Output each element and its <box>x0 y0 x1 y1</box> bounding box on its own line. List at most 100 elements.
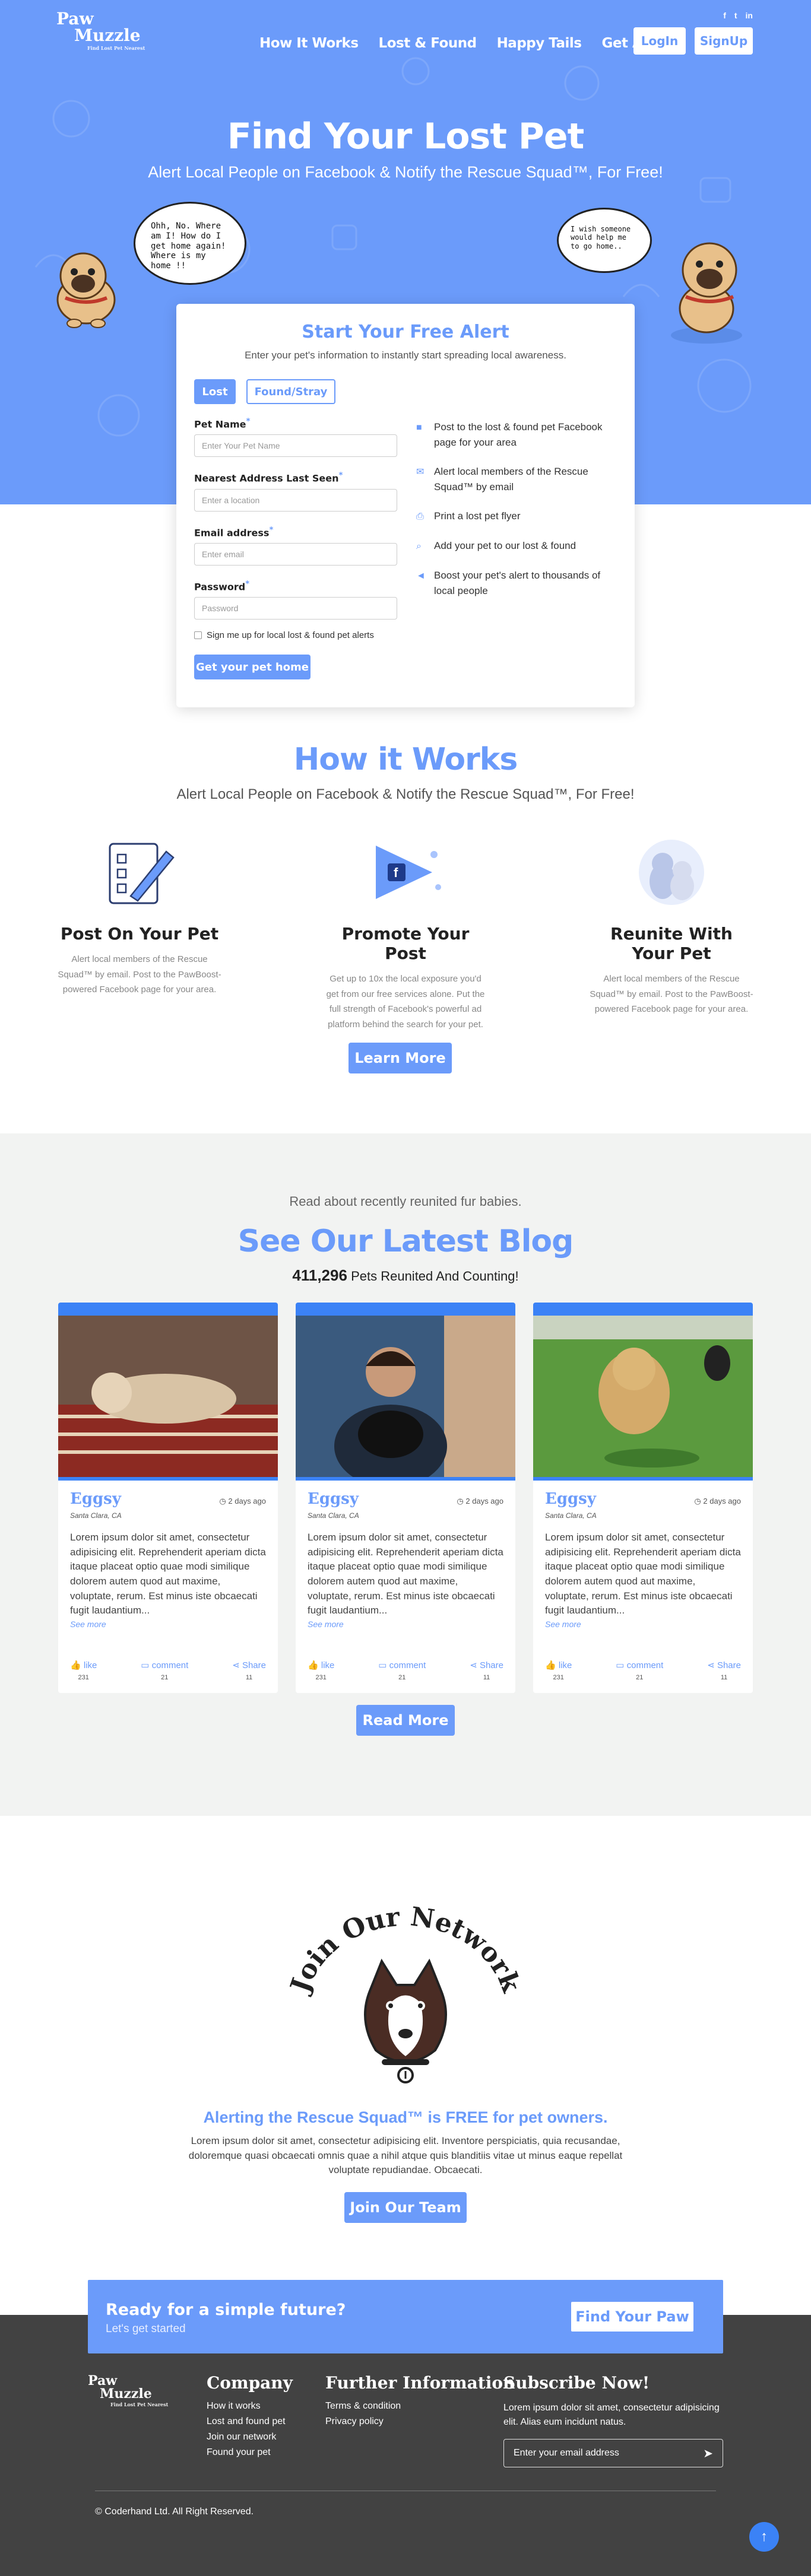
email-input[interactable]: Enter email <box>194 542 397 566</box>
reunited-count: 411,296 <box>292 1266 347 1284</box>
read-more-button[interactable]: Read More <box>356 1704 455 1736</box>
card-title[interactable]: Eggsy <box>70 1490 121 1508</box>
site-footer: Paw Muzzle Find Lost Pet Nearest Company… <box>0 2315 811 2576</box>
card-location: Santa Clara, CA <box>545 1511 597 1520</box>
see-more-link[interactable]: See more <box>308 1619 503 1629</box>
footer-company: Company How it works Lost and found pet … <box>207 2373 293 2458</box>
blog-card[interactable]: Eggsy ◷ 2 days ago Santa Clara, CA Lorem … <box>533 1303 753 1693</box>
pug-illustration-left <box>56 252 116 328</box>
feature-item: ⌕ Add your pet to our lost & found <box>416 538 617 554</box>
svg-text:f: f <box>394 865 398 880</box>
twitter-icon[interactable]: t <box>734 11 737 20</box>
share-button[interactable]: ⋖ Share 11 <box>707 1660 741 1681</box>
like-button[interactable]: 👍 like 231 <box>545 1660 572 1681</box>
reunited-counter: 411,296 Pets Reunited And Counting! <box>292 1266 519 1284</box>
card-location: Santa Clara, CA <box>70 1511 122 1520</box>
how-subtitle: Alert Local People on Facebook & Notify … <box>176 786 635 802</box>
scroll-to-top-button[interactable]: ↑ <box>749 2522 779 2552</box>
nav-happy-tails[interactable]: Happy Tails <box>497 36 582 51</box>
step-title: Post On Your Pet <box>60 924 219 944</box>
cat-dog-icon <box>588 834 755 911</box>
step-description: Alert local members of the Rescue Squad™… <box>58 954 221 995</box>
brand-logo[interactable]: Paw Muzzle Find Lost Pet Nearest <box>56 11 145 51</box>
footer-link[interactable]: Lost and found pet <box>207 2416 293 2427</box>
pet-name-label: Pet Name* <box>194 417 251 430</box>
nav-lost-found[interactable]: Lost & Found <box>379 36 477 51</box>
see-more-link[interactable]: See more <box>545 1619 741 1629</box>
thumbs-up-icon: 👍 <box>545 1660 556 1670</box>
footer-link[interactable]: Found your pet <box>207 2447 293 2458</box>
blog-card[interactable]: Eggsy ◷ 2 days ago Santa Clara, CA Lorem … <box>296 1303 515 1693</box>
comment-icon: ▭ <box>141 1660 150 1670</box>
address-input[interactable]: Enter a location <box>194 488 397 512</box>
envelope-icon: ✉ <box>416 467 424 477</box>
share-icon: ⋖ <box>232 1660 240 1670</box>
share-icon: ⋖ <box>470 1660 477 1670</box>
get-pet-home-button[interactable]: Get your pet home <box>194 655 311 680</box>
card-date: ◷ 2 days ago <box>219 1497 266 1505</box>
form-title: Start Your Free Alert <box>302 322 509 342</box>
password-input[interactable]: Password <box>194 597 397 620</box>
send-icon[interactable]: ➤ <box>703 2446 713 2461</box>
card-date: ◷ 2 days ago <box>457 1497 503 1505</box>
login-button[interactable]: LogIn <box>633 27 686 55</box>
footer-logo[interactable]: Paw Muzzle Find Lost Pet Nearest <box>88 2374 168 2407</box>
clipboard-pen-icon <box>56 834 223 911</box>
card-title[interactable]: Eggsy <box>308 1490 359 1508</box>
blog-photo-golden-retriever <box>533 1303 753 1481</box>
footer-info: Further Information Terms & condition Pr… <box>325 2373 515 2427</box>
footer-link[interactable]: Join our network <box>207 2432 293 2442</box>
speech-bubble-right: I wish someone would help me to go home.… <box>557 208 652 273</box>
facebook-icon: ■ <box>416 423 422 433</box>
form-subtitle: Enter your pet's information to instantl… <box>245 350 566 361</box>
alerts-signup-checkbox[interactable] <box>194 631 202 640</box>
share-button[interactable]: ⋖ Share 11 <box>470 1660 503 1681</box>
form-tabs: Lost Found/Stray <box>194 379 617 404</box>
like-button[interactable]: 👍 like 231 <box>70 1660 97 1681</box>
step-reunite: Reunite With Your Pet Alert local member… <box>588 834 755 1032</box>
alert-form-card: Start Your Free Alert Enter your pet's i… <box>176 304 635 707</box>
tab-lost[interactable]: Lost <box>194 379 236 404</box>
subscribe-text: Lorem ipsum dolor sit amet, consectetur … <box>503 2403 720 2427</box>
find-your-paw-button[interactable]: Find Your Paw <box>571 2302 693 2332</box>
linkedin-icon[interactable]: in <box>746 11 753 20</box>
thumbs-up-icon: 👍 <box>70 1660 81 1670</box>
facebook-icon[interactable]: f <box>723 11 726 20</box>
share-button[interactable]: ⋖ Share 11 <box>232 1660 266 1681</box>
feature-list: ■ Post to the lost & found pet Facebook p… <box>416 417 617 679</box>
see-more-link[interactable]: See more <box>70 1619 266 1629</box>
comment-button[interactable]: ▭ comment 21 <box>141 1660 188 1681</box>
card-excerpt: Lorem ipsum dolor sit amet, consectetur … <box>308 1532 503 1616</box>
step-post: Post On Your Pet Alert local members of … <box>56 834 223 1032</box>
comment-button[interactable]: ▭ comment 21 <box>378 1660 426 1681</box>
company-title: Company <box>207 2373 293 2393</box>
how-title: How it Works <box>293 742 518 777</box>
pug-illustration-right <box>671 242 742 344</box>
signup-button[interactable]: SignUp <box>695 27 753 55</box>
tab-found-stray[interactable]: Found/Stray <box>246 379 335 404</box>
social-links: f t in <box>723 11 753 20</box>
blog-card[interactable]: Eggsy ◷ 2 days ago Santa Clara, CA Lorem … <box>58 1303 278 1693</box>
nav-how-it-works[interactable]: How It Works <box>259 36 359 51</box>
step-description: Alert local members of the Rescue Squad™… <box>590 974 753 1014</box>
learn-more-button[interactable]: Learn More <box>349 1043 452 1073</box>
footer-link[interactable]: How it works <box>207 2401 293 2412</box>
printer-icon: ⎙ <box>416 512 424 522</box>
footer-link[interactable]: Terms & condition <box>325 2401 515 2412</box>
top-navbar: Paw Muzzle Find Lost Pet Nearest f t in … <box>0 0 811 83</box>
card-excerpt: Lorem ipsum dolor sit amet, consectetur … <box>545 1532 741 1616</box>
join-headline: Alerting the Rescue Squad™ is FREE for p… <box>203 2108 608 2126</box>
step-description: Get up to 10x the local exposure you'd g… <box>326 974 485 1030</box>
join-team-button[interactable]: Join Our Team <box>344 2191 467 2223</box>
footer-link[interactable]: Privacy policy <box>325 2416 515 2427</box>
form-fields: Pet Name* Enter Your Pet Name Nearest Ad… <box>194 417 397 680</box>
blog-photo-dog-on-blanket <box>58 1303 278 1481</box>
pet-name-input[interactable]: Enter Your Pet Name <box>194 434 397 458</box>
card-date: ◷ 2 days ago <box>694 1497 741 1505</box>
subscribe-email-input[interactable]: Enter your email address <box>514 2448 619 2459</box>
comment-button[interactable]: ▭ comment 21 <box>616 1660 663 1681</box>
like-button[interactable]: 👍 like 231 <box>308 1660 334 1681</box>
card-title[interactable]: Eggsy <box>545 1490 596 1508</box>
speech-bubble-left: Ohh, No. Where am I! How do I get home a… <box>134 202 246 285</box>
card-excerpt: Lorem ipsum dolor sit amet, consectetur … <box>70 1532 266 1616</box>
